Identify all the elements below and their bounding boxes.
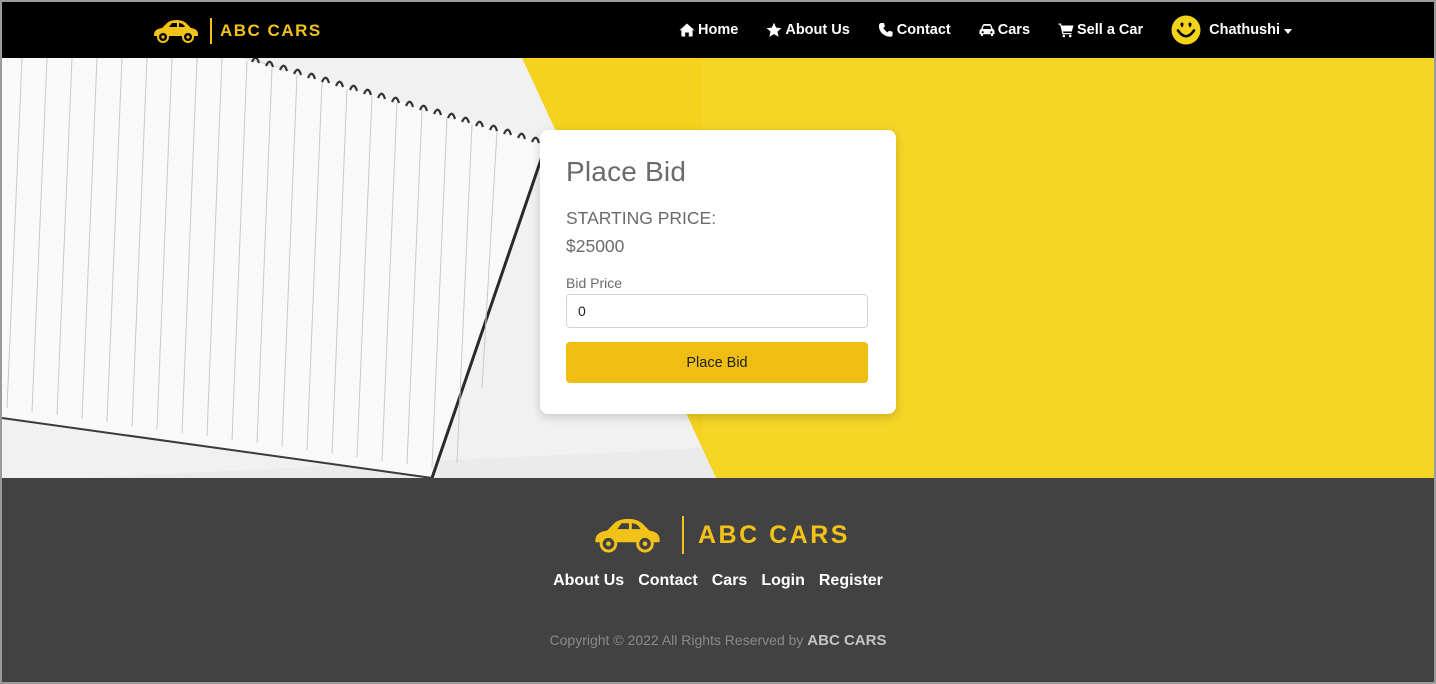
- nav-sell-label: Sell a Car: [1077, 22, 1144, 38]
- page-frame: ABC CARS Home About Us Contact Cars Sell: [0, 0, 1436, 684]
- cart-icon: [1058, 23, 1074, 38]
- nav-about-us[interactable]: About Us: [766, 22, 850, 38]
- copyright-text: Copyright © 2022 All Rights Reserved by …: [2, 632, 1434, 649]
- bid-price-input[interactable]: [566, 294, 868, 328]
- place-bid-button[interactable]: Place Bid: [566, 342, 868, 383]
- phone-icon: [878, 23, 893, 37]
- starting-price-value: $25000: [566, 236, 625, 256]
- main-nav: Home About Us Contact Cars Sell a Car Ch…: [651, 2, 1292, 58]
- footer-link-about-us[interactable]: About Us: [553, 572, 624, 590]
- brand-name: ABC CARS: [220, 21, 322, 40]
- nav-home[interactable]: Home: [679, 22, 738, 38]
- footer-link-cars[interactable]: Cars: [712, 572, 748, 590]
- copyright-brand: ABC CARS: [807, 632, 887, 649]
- card-title: Place Bid: [566, 156, 687, 187]
- chevron-down-icon: [1284, 28, 1292, 34]
- nav-cars[interactable]: Cars: [979, 22, 1030, 38]
- user-menu[interactable]: Chathushi: [1171, 15, 1292, 45]
- nav-cars-label: Cars: [997, 22, 1031, 38]
- footer-brand-name: ABC CARS: [698, 520, 850, 549]
- footer-link-contact[interactable]: Contact: [638, 572, 698, 590]
- nav-sell-a-car[interactable]: Sell a Car: [1058, 22, 1143, 38]
- nav-contact[interactable]: Contact: [878, 22, 951, 38]
- nav-contact-label: Contact: [896, 22, 951, 38]
- car-icon: [154, 20, 198, 43]
- footer-link-login[interactable]: Login: [761, 572, 805, 590]
- home-icon: [679, 23, 695, 37]
- brand-logo[interactable]: ABC CARS: [150, 16, 322, 46]
- user-name: Chathushi: [1209, 22, 1280, 38]
- car-icon: [595, 518, 660, 553]
- footer-brand-divider: [682, 516, 684, 554]
- car-front-icon: [979, 24, 995, 36]
- hero-section: Place Bid STARTING PRICE: $25000 Bid Pri…: [2, 58, 1434, 478]
- bid-price-label: Bid Price: [566, 275, 623, 291]
- footer-brand-logo[interactable]: ABC CARS: [588, 516, 850, 554]
- star-icon: [766, 22, 782, 37]
- brand-divider: [210, 18, 212, 44]
- top-navbar: ABC CARS Home About Us Contact Cars Sell: [2, 2, 1434, 58]
- nav-home-label: Home: [698, 22, 739, 38]
- place-bid-card: Place Bid STARTING PRICE: $25000 Bid Pri…: [540, 130, 896, 414]
- footer-link-register[interactable]: Register: [819, 572, 883, 590]
- smiley-icon: [1171, 15, 1201, 45]
- starting-price-label: STARTING PRICE:: [566, 208, 717, 228]
- nav-about-label: About Us: [785, 22, 850, 38]
- footer-links: About Us Contact Cars Login Register: [2, 572, 1434, 590]
- copyright-prefix: Copyright © 2022 All Rights Reserved by: [549, 632, 804, 648]
- footer: ABC CARS About Us Contact Cars Login Reg…: [2, 478, 1434, 682]
